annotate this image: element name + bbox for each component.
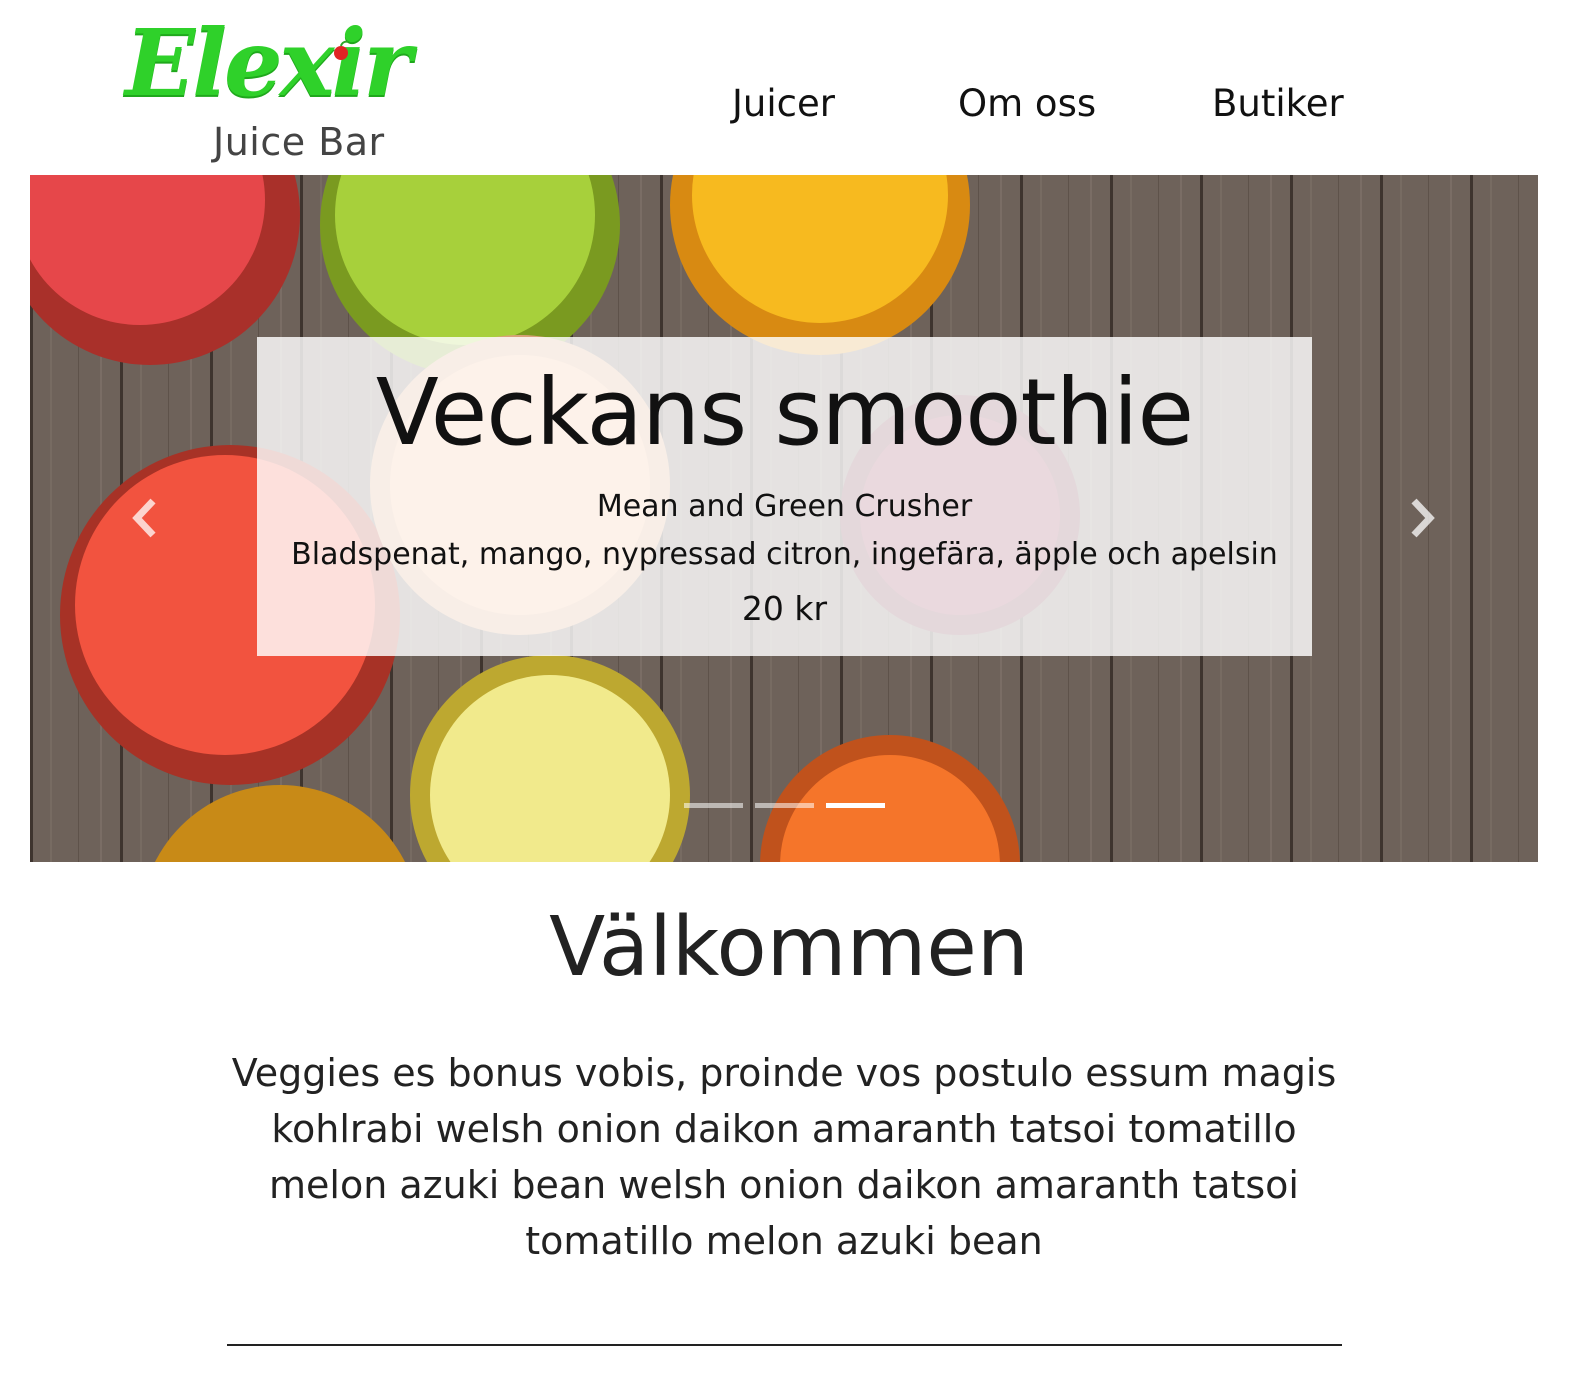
caption-title: Veckans smoothie <box>375 359 1194 466</box>
carousel-caption: Veckans smoothie Mean and Green Crusher … <box>257 337 1312 656</box>
smoothie-name: Mean and Green Crusher <box>596 489 973 524</box>
welcome-heading: Välkommen <box>549 900 1029 995</box>
hero-carousel: Veckans smoothie Mean and Green Crusher … <box>30 175 1538 862</box>
site-header: Elexir Juice Bar Juicer Om oss Butiker <box>0 0 1578 175</box>
nav-item-butiker[interactable]: Butiker <box>1212 82 1344 125</box>
main-nav: Juicer Om oss Butiker <box>0 82 1578 136</box>
carousel-indicators <box>684 803 894 813</box>
smoothie-ingredients: Bladspenat, mango, nypressad citron, ing… <box>291 537 1278 572</box>
carousel-prev-icon[interactable] <box>125 493 165 543</box>
carousel-indicator-3[interactable] <box>826 803 885 808</box>
smoothie-price: 20 kr <box>741 589 828 628</box>
cherry-icon <box>334 40 349 60</box>
section-divider <box>227 1344 1342 1346</box>
welcome-text: Veggies es bonus vobis, proinde vos post… <box>231 1051 1337 1263</box>
carousel-indicator-1[interactable] <box>684 803 743 808</box>
nav-item-juicer[interactable]: Juicer <box>732 82 835 125</box>
carousel-indicator-2[interactable] <box>755 803 814 808</box>
carousel-next-icon[interactable] <box>1402 493 1442 543</box>
nav-item-om-oss[interactable]: Om oss <box>958 82 1096 125</box>
